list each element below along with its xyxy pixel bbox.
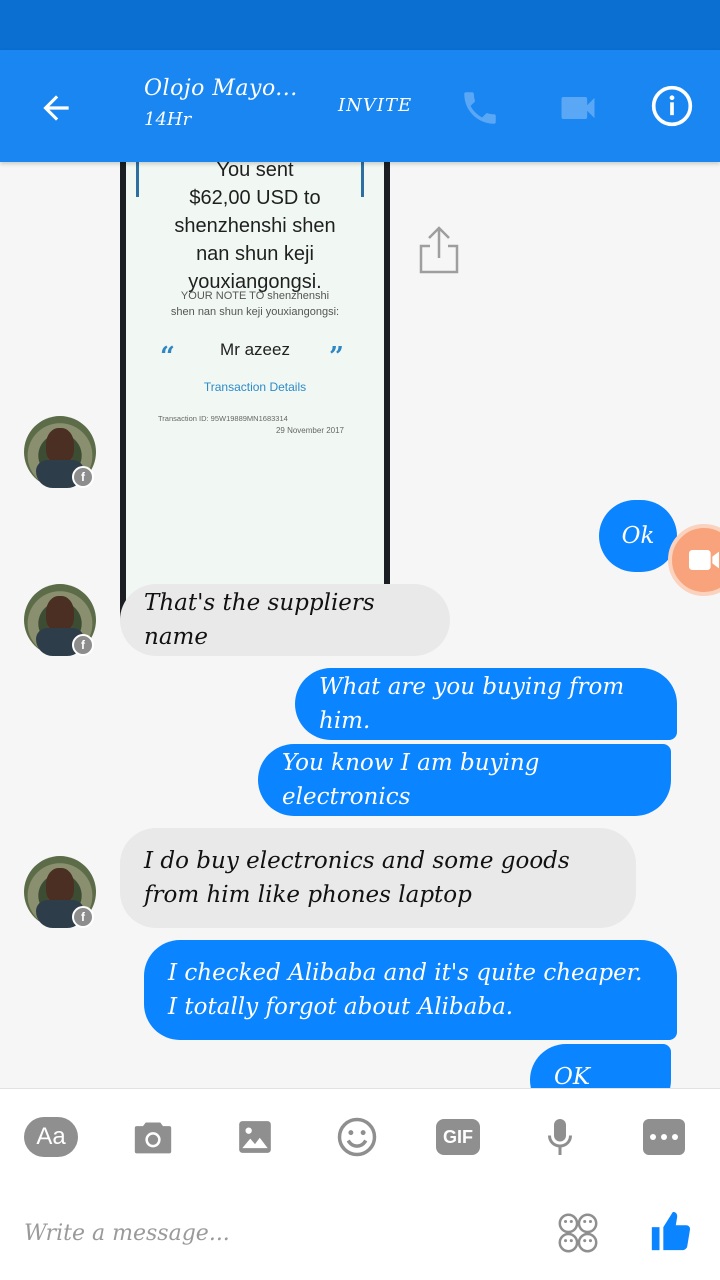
receipt-line: $62,00 USD to: [189, 187, 321, 209]
gif-button[interactable]: GIF: [430, 1117, 486, 1157]
message-text: What are you buying from him.: [319, 674, 625, 734]
message-text: OK then.: [554, 1064, 591, 1088]
conversation-header: Olojo Mayo... 14Hr INVITE: [0, 50, 720, 162]
microphone-icon: [548, 1119, 572, 1155]
thumbs-up-icon: [651, 1211, 691, 1251]
voice-call-button[interactable]: [456, 84, 504, 132]
sticker-button[interactable]: [550, 1209, 606, 1257]
info-icon: [651, 85, 693, 127]
conversation-info-button[interactable]: [648, 82, 696, 130]
share-icon: [419, 226, 459, 274]
emoji-icon: [337, 1117, 377, 1157]
message-text: I checked Alibaba and it's quite cheaper…: [168, 960, 643, 1020]
message-bubble-outgoing[interactable]: What are you buying from him.: [295, 668, 677, 740]
message-text: I do buy electronics and some goods from…: [144, 848, 570, 908]
message-bubble-incoming[interactable]: That's the suppliers name: [120, 584, 450, 656]
facebook-badge-icon: f: [72, 466, 94, 488]
active-status: 14Hr: [144, 109, 192, 130]
message-list[interactable]: You sent $62,00 USD to shenzhenshi shen …: [0, 162, 720, 1088]
message-input[interactable]: [24, 1213, 504, 1253]
phone-icon: [464, 92, 496, 124]
facebook-badge-icon: f: [72, 906, 94, 928]
voice-message-button[interactable]: [532, 1117, 588, 1157]
receipt-line: shenzhenshi shen: [174, 215, 336, 237]
message-text: You know I am buying electronics: [282, 750, 540, 810]
camera-button[interactable]: [125, 1117, 181, 1157]
receipt-note-label: YOUR NOTE TO shenzhenshi shen nan shun k…: [126, 288, 384, 320]
image-icon: [239, 1121, 271, 1153]
contact-avatar[interactable]: f: [24, 416, 96, 488]
receipt-line: nan shun keji: [196, 243, 314, 265]
camera-icon: [134, 1122, 172, 1154]
transaction-details-link: Transaction Details: [203, 380, 307, 394]
message-bubble-incoming[interactable]: I do buy electronics and some goods from…: [120, 828, 636, 928]
transaction-id: Transaction ID: 95W19889MN1683314: [158, 414, 288, 423]
contact-avatar[interactable]: f: [24, 856, 96, 928]
gif-label: GIF: [443, 1126, 473, 1147]
payment-receipt-image[interactable]: You sent $62,00 USD to shenzhenshi shen …: [120, 162, 390, 650]
gif-icon: GIF: [436, 1119, 480, 1155]
message-bubble-outgoing[interactable]: I checked Alibaba and it's quite cheaper…: [144, 940, 677, 1040]
back-button[interactable]: [30, 82, 82, 134]
message-text: Ok: [621, 523, 655, 549]
more-options-button[interactable]: [636, 1117, 692, 1157]
gallery-button[interactable]: [227, 1117, 283, 1157]
message-text: That's the suppliers name: [144, 590, 375, 650]
contact-avatar[interactable]: f: [24, 584, 96, 656]
receipt-line: You sent: [216, 162, 294, 181]
contact-title[interactable]: Olojo Mayo... 14Hr: [144, 76, 298, 130]
more-icon: [643, 1119, 685, 1155]
back-arrow-icon: [43, 95, 69, 121]
sticker-faces-icon: [558, 1213, 598, 1253]
facebook-badge-icon: f: [72, 634, 94, 656]
like-button[interactable]: [646, 1205, 696, 1257]
transaction-date: 29 November 2017: [275, 426, 344, 435]
contact-name[interactable]: Olojo Mayo...: [144, 76, 298, 101]
receipt-note-line: shen nan shun keji youxiangongsi:: [170, 306, 340, 318]
message-bubble-outgoing[interactable]: Ok: [599, 500, 677, 572]
video-camera-icon: [689, 550, 719, 570]
status-bar: [0, 0, 720, 50]
text-format-button[interactable]: Aa: [24, 1117, 78, 1157]
text-format-icon: Aa: [24, 1117, 78, 1157]
receipt-note-line: YOUR NOTE TO shenzhenshi: [180, 290, 330, 302]
text-format-label: Aa: [36, 1123, 66, 1150]
invite-button[interactable]: INVITE: [338, 95, 412, 116]
share-button[interactable]: [416, 224, 462, 276]
video-camera-icon: [561, 97, 595, 119]
close-quote-icon: ”: [329, 342, 344, 372]
video-call-button[interactable]: [554, 84, 602, 132]
receipt-screen: You sent $62,00 USD to shenzhenshi shen …: [126, 162, 384, 644]
receipt-memo: Mr azeez: [220, 340, 290, 359]
receipt-amount-text: You sent $62,00 USD to shenzhenshi shen …: [126, 162, 384, 296]
message-bubble-outgoing[interactable]: OK then.: [530, 1044, 671, 1088]
emoji-button[interactable]: [329, 1117, 385, 1157]
message-bubble-outgoing[interactable]: You know I am buying electronics: [258, 744, 671, 816]
message-composer: Aa GIF: [0, 1088, 720, 1280]
